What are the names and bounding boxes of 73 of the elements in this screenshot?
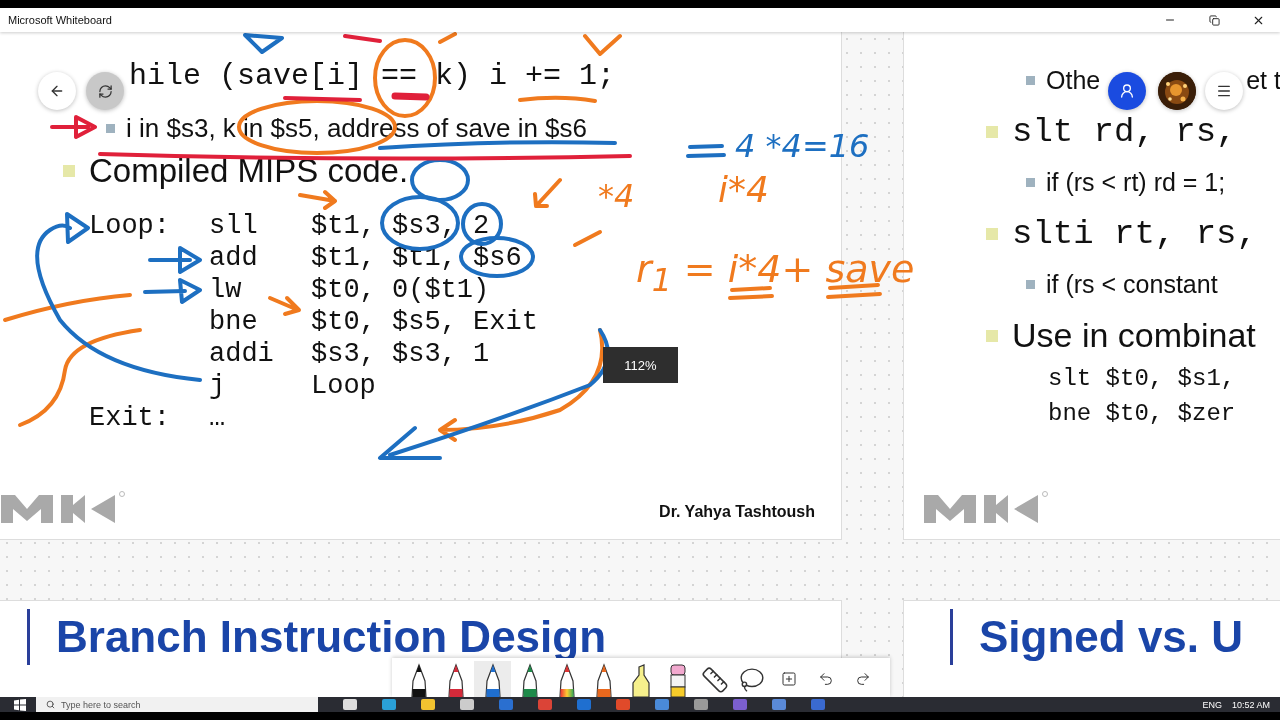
handwritten-note: 4 *4=16 [735, 130, 870, 162]
app-icon[interactable] [772, 699, 786, 710]
app-icon[interactable] [577, 699, 591, 710]
app-icon[interactable] [733, 699, 747, 710]
code-opcode: … [209, 402, 227, 434]
bullet-icon [63, 165, 75, 177]
handwritten-note: *4 [598, 180, 635, 212]
code-line: slt $t0, $s1, [1048, 365, 1236, 392]
app-icon[interactable] [655, 699, 669, 710]
bullet-text: Othe [1046, 66, 1101, 95]
handwritten-note: i*4 [718, 172, 769, 208]
code-operands: $t0, $s5, Exit [311, 306, 538, 338]
add-icon [780, 671, 797, 687]
code-opcode: sll [209, 210, 259, 242]
bullet-icon [986, 125, 998, 138]
language-indicator: ENG [1202, 699, 1222, 710]
bullet-text: et t [1246, 66, 1280, 95]
app-icon[interactable] [343, 699, 357, 710]
code-operands: $s3, $s3, 1 [311, 338, 491, 370]
bullet-icon [1026, 76, 1035, 85]
window-title: Microsoft Whiteboard [8, 14, 113, 26]
code-opcode: addi [209, 338, 275, 370]
zoom-level: 112% [603, 347, 678, 383]
person-icon [1119, 83, 1135, 99]
search-field[interactable]: Type here to search [36, 697, 318, 712]
code-line: slti rt, rs, [1012, 214, 1257, 253]
code-line: slt rd, rs, [1012, 112, 1237, 151]
bullet-icon [1026, 280, 1035, 289]
pen-tool[interactable] [474, 661, 511, 697]
redo-icon [854, 671, 871, 687]
search-icon [46, 700, 55, 709]
back-icon [49, 83, 65, 99]
code-operands: Loop [311, 370, 377, 402]
refresh-icon [97, 83, 113, 99]
menu-icon [1216, 83, 1232, 99]
code-operands: $t0, 0($t1) [311, 274, 491, 306]
bullet-text: if (rs < constant [1046, 270, 1218, 299]
undo-icon [817, 671, 834, 687]
app-icon[interactable] [616, 699, 630, 710]
slide-title: Signed vs. U [979, 614, 1244, 660]
code-opcode: bne [209, 306, 259, 338]
bullet-icon [986, 227, 998, 240]
windows-icon [14, 698, 26, 711]
app-icon[interactable] [694, 699, 708, 710]
code-opcode: j [209, 370, 227, 402]
bullet-text: if (rs < rt) rd = 1; [1046, 168, 1226, 197]
clock: 10:52 AM [1231, 699, 1270, 710]
code-label: Exit: [89, 402, 171, 434]
logo-icon [924, 491, 1049, 525]
code-opcode: lw [209, 274, 243, 306]
app-icon[interactable] [382, 699, 396, 710]
restore-icon [1208, 14, 1220, 26]
app-icon[interactable] [538, 699, 552, 710]
logo-icon [1, 491, 126, 525]
ruler-icon [700, 666, 729, 694]
bullet-text: Compiled MIPS code. [89, 152, 409, 190]
bullet-icon [1026, 178, 1035, 187]
code-opcode: add [209, 242, 259, 274]
bullet-text: Use in combinat [1012, 316, 1256, 355]
app-icon[interactable] [421, 699, 435, 710]
code-operands: $t1, $s3, 2 [311, 210, 491, 242]
bullet-icon [106, 123, 115, 133]
app-icon[interactable] [811, 699, 825, 710]
author-name: Dr. Yahya Tashtoush [659, 503, 815, 521]
app-icon[interactable] [499, 699, 513, 710]
code-line: bne $t0, $zer [1048, 400, 1236, 427]
lasso-icon [738, 667, 765, 693]
slide-title: Branch Instruction Design [56, 614, 607, 660]
code-line: hile (save[i] == k) i += 1; [129, 58, 616, 94]
app-icon[interactable] [460, 699, 474, 710]
handwritten-note: r$_{1}$ = i*4+ save [636, 250, 915, 297]
bullet-icon [986, 329, 998, 342]
code-label: Loop: [89, 210, 171, 242]
